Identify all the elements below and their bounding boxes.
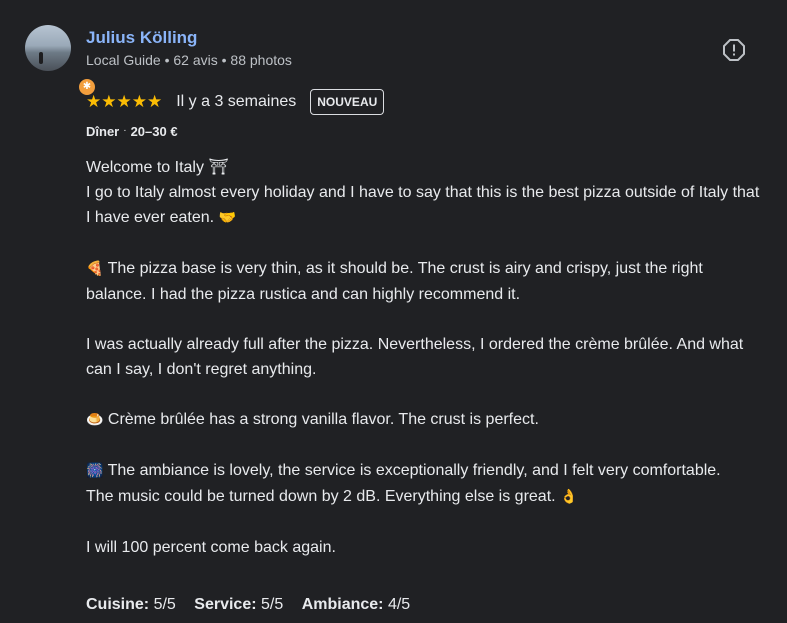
meal-details: Dîner · 20–30 €	[86, 124, 178, 139]
reviewer-avatar[interactable]: ✱	[25, 25, 97, 97]
alert-octagon-icon	[723, 39, 745, 61]
review-date: Il y a 3 semaines	[176, 93, 297, 110]
review-paragraph: I will 100 percent come back again.	[86, 539, 336, 556]
review-paragraph: 🍕 The pizza base is very thin, as it sho…	[86, 260, 703, 303]
star-rating: ★★★★★	[86, 92, 163, 112]
score-cuisine: Cuisine: 5/5	[86, 596, 176, 613]
rating-row: ★★★★★ Il y a 3 semaines NOUVEAU	[86, 88, 385, 116]
meal-type: Dîner	[86, 124, 120, 139]
price-range: 20–30 €	[130, 124, 178, 139]
review-line: I go to Italy almost every holiday and I…	[86, 184, 760, 226]
review-line: The music could be turned down by 2 dB. …	[86, 488, 578, 505]
ok-hand-emoji: 👌	[560, 489, 578, 505]
reviewer-meta: Local Guide • 62 avis • 88 photos	[86, 52, 292, 68]
review-text: Welcome to Italy ⛩ I go to Italy almost …	[86, 155, 766, 560]
category-scores: Cuisine: 5/5 Service: 5/5 Ambiance: 4/5	[86, 596, 424, 614]
fireworks-emoji: 🎆	[86, 463, 104, 479]
new-badge: NOUVEAU	[310, 89, 385, 115]
review-line: Welcome to Italy ⛩	[86, 159, 229, 176]
score-service: Service: 5/5	[194, 596, 284, 613]
report-review-button[interactable]	[722, 38, 746, 62]
handshake-emoji: 🤝	[218, 210, 236, 226]
custard-emoji: 🍮	[86, 412, 104, 428]
reviewer-name[interactable]: Julius Kölling	[86, 28, 197, 48]
review-paragraph: I was actually already full after the pi…	[86, 336, 744, 378]
separator: ·	[123, 125, 127, 136]
pizza-emoji: 🍕	[86, 261, 104, 277]
review-paragraph: 🎆 The ambiance is lovely, the service is…	[86, 462, 721, 479]
review-paragraph: 🍮 Crème brûlée has a strong vanilla flav…	[86, 411, 539, 428]
score-ambiance: Ambiance: 4/5	[301, 596, 411, 613]
avatar-figure	[39, 52, 43, 64]
